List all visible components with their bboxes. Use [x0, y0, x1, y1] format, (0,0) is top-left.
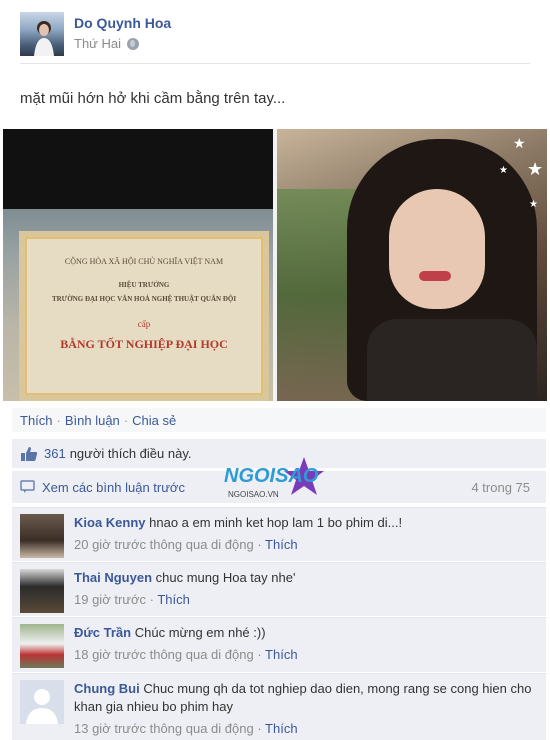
comment-text: chuc mung Hoa tay nhe'	[155, 570, 296, 585]
commenter-name[interactable]: Thai Nguyen	[74, 570, 152, 585]
star-decoration-icon: ★	[499, 165, 508, 176]
comment-time[interactable]: 20 giờ trước thông qua di động	[74, 537, 254, 552]
comment-time[interactable]: 19 giờ trước	[74, 592, 146, 607]
commenter-avatar[interactable]	[20, 514, 64, 558]
view-previous-comments-link[interactable]: Xem các bình luận trước	[42, 480, 185, 495]
post-status-text: mặt mũi hớn hở khi cầm bằng trên tay...	[20, 90, 286, 107]
comment-body: Chung Bui Chuc mung qh da tot nghiep dao…	[74, 680, 536, 738]
comment-meta: 13 giờ trước thông qua di động · Thích	[74, 721, 298, 736]
photo-diploma[interactable]: CỘNG HÒA XÃ HỘI CHỦ NGHĨA VIỆT NAM HIỆU …	[3, 129, 273, 401]
author-avatar[interactable]	[20, 12, 64, 56]
commenter-name[interactable]: Đức Trần	[74, 625, 131, 640]
commenter-name[interactable]: Chung Bui	[74, 681, 140, 696]
diploma-line-2: HIỆU TRƯỞNG	[118, 281, 170, 289]
comment-text: Chuc mung qh da tot nghiep dao dien, mon…	[74, 681, 532, 714]
comment-like-link[interactable]: Thích	[157, 592, 190, 607]
post-meta: Thứ Hai	[74, 36, 139, 51]
likes-text: người thích điều này.	[69, 446, 192, 461]
comment-body: Kioa Kenny hnao a em minh ket hop lam 1 …	[74, 514, 536, 554]
comment-like-link[interactable]: Thích	[265, 647, 298, 662]
comment-item: Kioa Kenny hnao a em minh ket hop lam 1 …	[12, 507, 546, 561]
star-decoration-icon: ★	[513, 135, 526, 151]
comment-body: Đức Trần Chúc mừng em nhé :)) 18 giờ trư…	[74, 624, 536, 664]
comment-meta: 18 giờ trước thông qua di động · Thích	[74, 647, 298, 662]
comment-like-link[interactable]: Thích	[265, 537, 298, 552]
commenter-avatar[interactable]	[20, 569, 64, 613]
separator: ·	[56, 412, 61, 428]
post-timestamp[interactable]: Thứ Hai	[74, 36, 121, 51]
comments-paging: 4 trong 75	[471, 479, 530, 495]
watermark-brand: NGOISAO	[224, 465, 319, 487]
comment-time[interactable]: 13 giờ trước thông qua di động	[74, 721, 254, 736]
comment-item: Thai Nguyen chuc mung Hoa tay nhe' 19 gi…	[12, 562, 546, 616]
post-header: Do Quynh Hoa Thứ Hai	[20, 12, 530, 64]
diploma-line-3: TRƯỜNG ĐẠI HỌC VĂN HOÁ NGHỆ THUẬT QUÂN Đ…	[51, 295, 237, 303]
comment-link[interactable]: Bình luận	[65, 413, 120, 428]
comment-item: Đức Trần Chúc mừng em nhé :)) 18 giờ trư…	[12, 617, 546, 672]
star-decoration-icon: ★	[527, 159, 544, 179]
star-decoration-icon: ★	[529, 199, 538, 210]
post-actions-bar: Thích · Bình luận · Chia sẻ	[12, 408, 546, 432]
likes-count[interactable]: 361	[44, 446, 66, 461]
post-photos: CỘNG HÒA XÃ HỘI CHỦ NGHĨA VIỆT NAM HIỆU …	[3, 129, 547, 401]
globe-icon	[127, 37, 139, 50]
profile-photo	[34, 21, 54, 56]
diploma-line-4: cấp	[137, 319, 151, 329]
diploma-line-5: BẰNG TỐT NGHIỆP ĐẠI HỌC	[60, 337, 228, 351]
default-avatar-icon	[26, 689, 58, 724]
commenter-avatar[interactable]	[20, 680, 64, 724]
comment-time[interactable]: 18 giờ trước thông qua di động	[74, 647, 254, 662]
comment-text: hnao a em minh ket hop lam 1 bo phim di.…	[149, 515, 403, 530]
diploma-line-1: CỘNG HÒA XÃ HỘI CHỦ NGHĨA VIỆT NAM	[64, 257, 224, 266]
diploma-certificate: CỘNG HÒA XÃ HỘI CHỦ NGHĨA VIỆT NAM HIỆU …	[19, 231, 269, 401]
ngoisao-watermark-logo: NGOISAO NGOISAO.VN	[224, 457, 324, 499]
comment-text: Chúc mừng em nhé :))	[134, 625, 266, 640]
share-link[interactable]: Chia sẻ	[132, 413, 176, 428]
like-link[interactable]: Thích	[20, 413, 53, 428]
comment-bubble-icon	[20, 480, 35, 493]
comment-meta: 19 giờ trước · Thích	[74, 592, 190, 607]
watermark-site: NGOISAO.VN	[228, 490, 279, 499]
comment-body: Thai Nguyen chuc mung Hoa tay nhe' 19 gi…	[74, 569, 536, 609]
comment-meta: 20 giờ trước thông qua di động · Thích	[74, 537, 298, 552]
post-author-name[interactable]: Do Quynh Hoa	[74, 15, 171, 31]
commenter-name[interactable]: Kioa Kenny	[74, 515, 146, 530]
commenter-avatar[interactable]	[20, 624, 64, 668]
photo-selfie[interactable]: ★ ★ ★ ★	[277, 129, 547, 401]
comment-like-link[interactable]: Thích	[265, 721, 298, 736]
thumbs-up-icon	[21, 446, 38, 461]
comment-item: Chung Bui Chuc mung qh da tot nghiep dao…	[12, 673, 546, 740]
separator: ·	[123, 412, 129, 428]
